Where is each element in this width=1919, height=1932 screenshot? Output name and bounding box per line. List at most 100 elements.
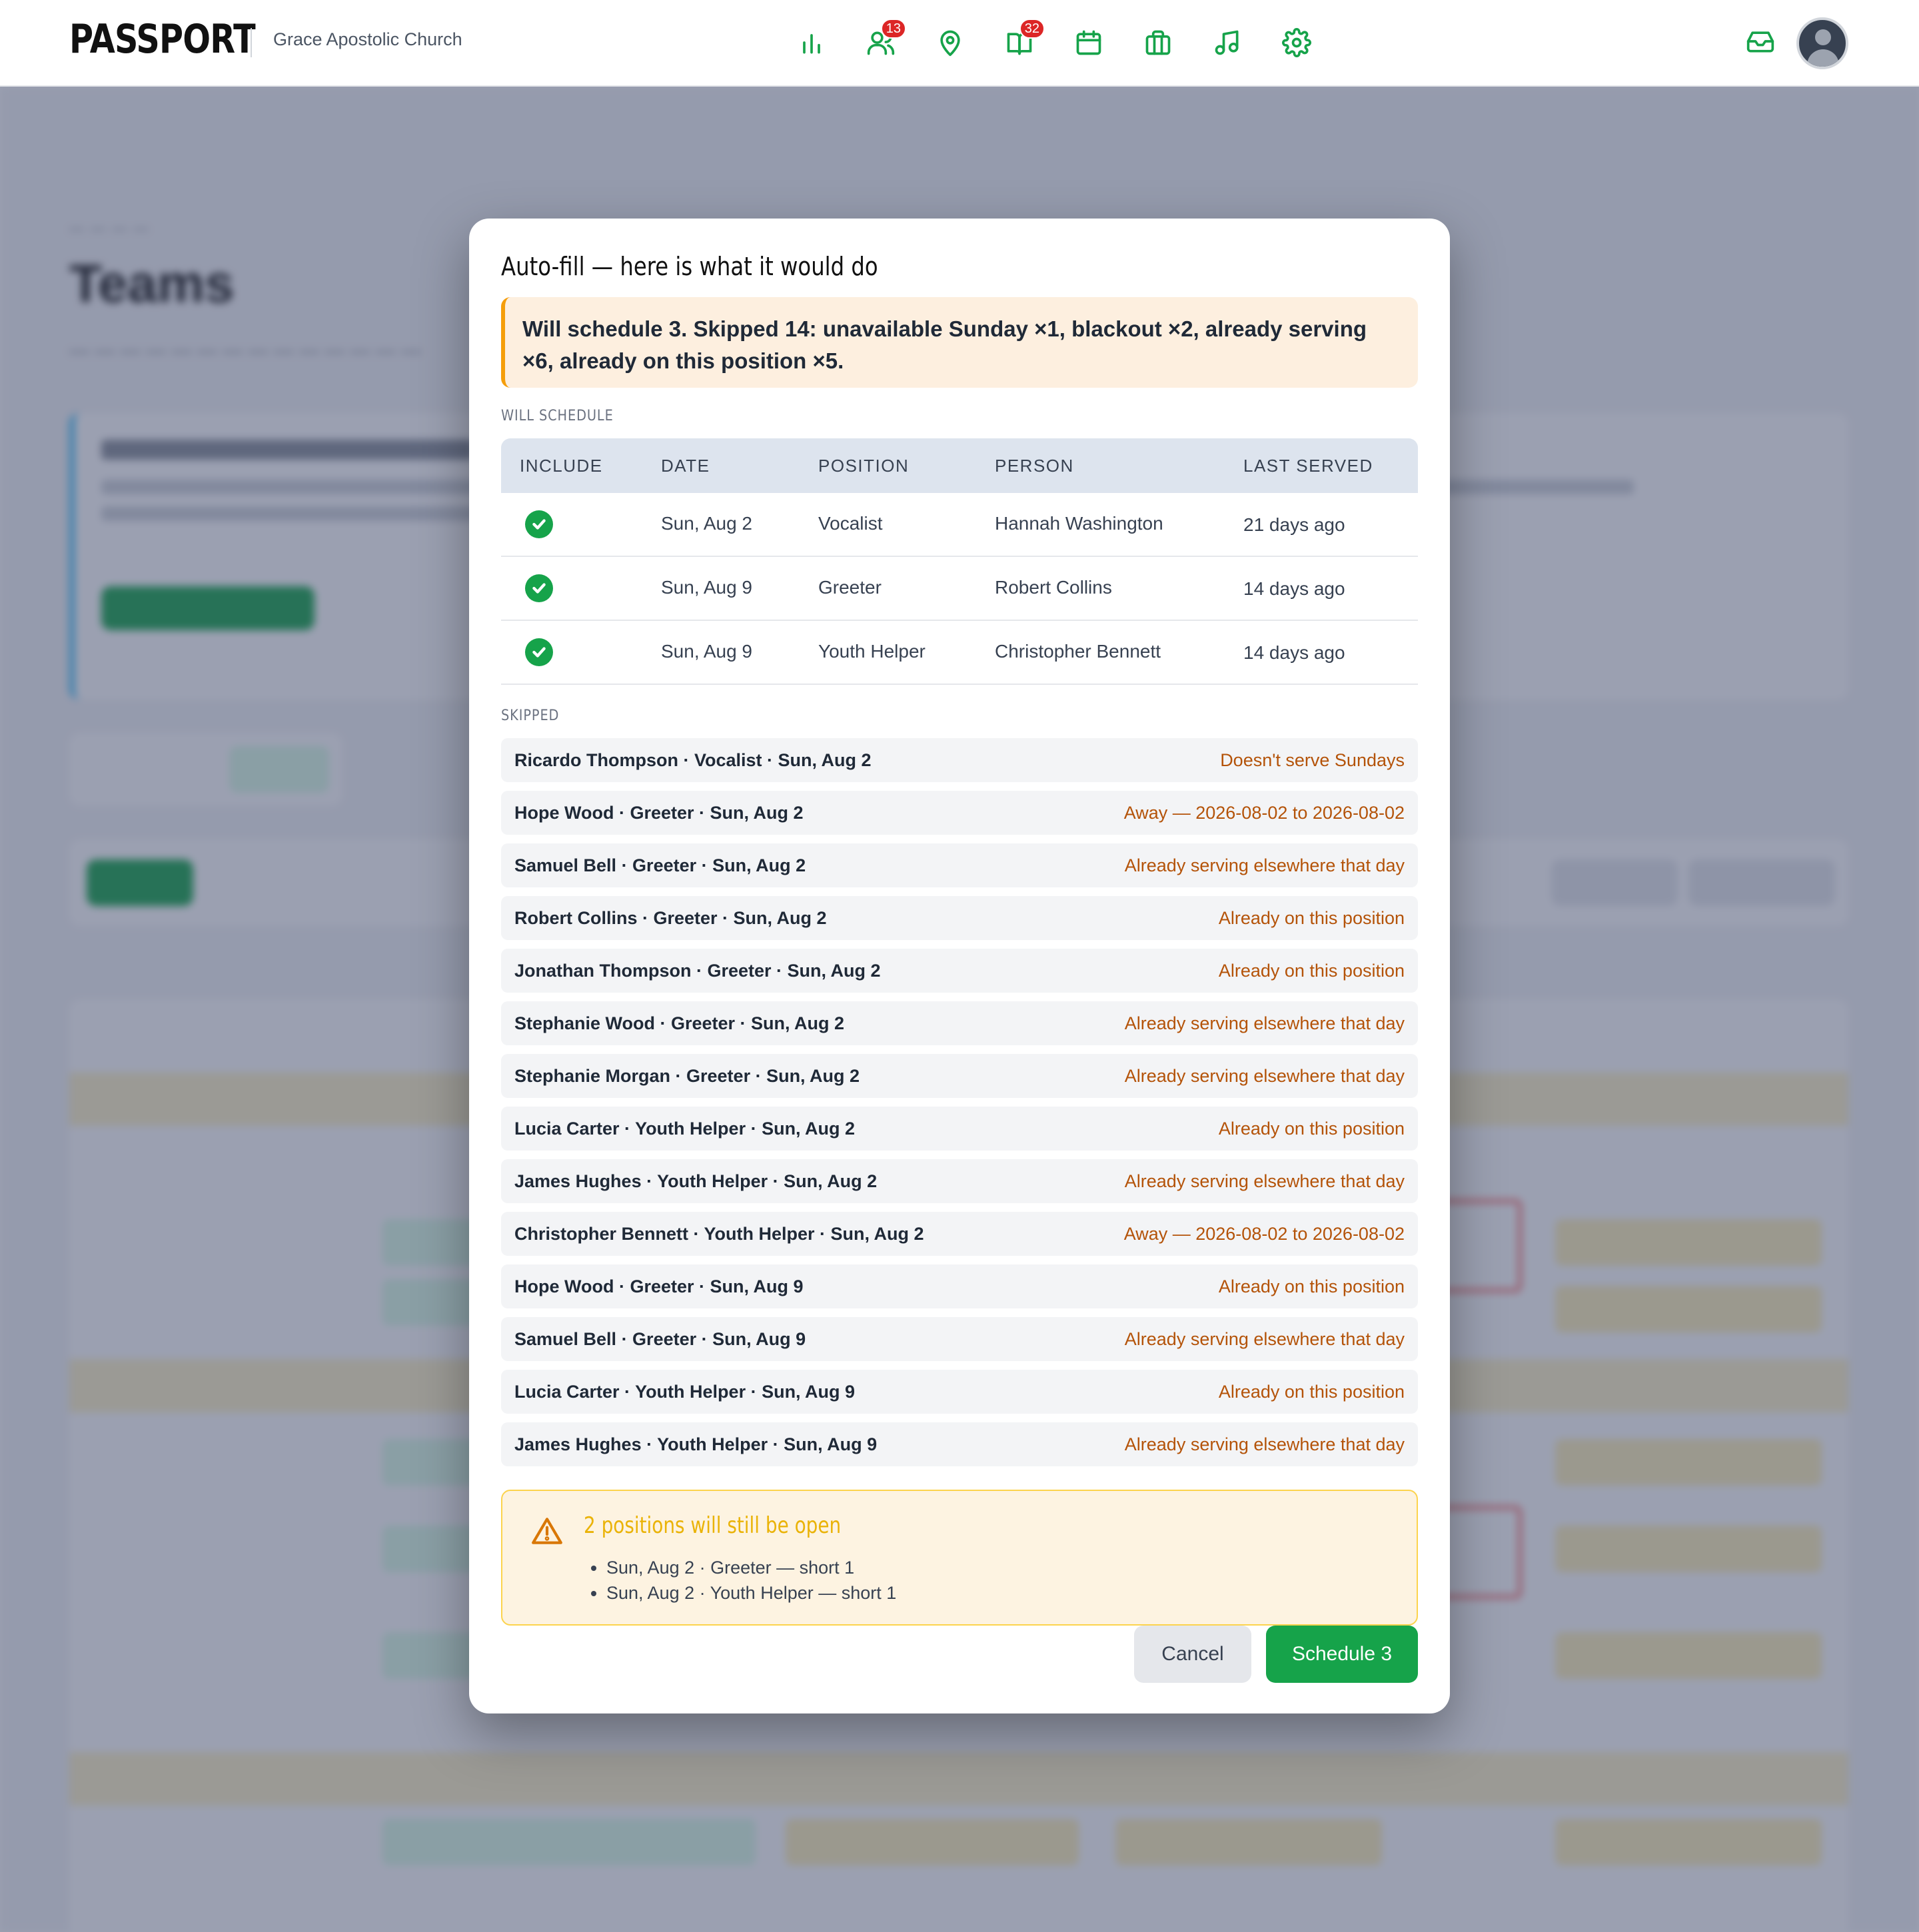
nav-people[interactable]: 13 — [862, 19, 906, 67]
skipped-who: Lucia Carter · Youth Helper · Sun, Aug 2 — [514, 1119, 856, 1139]
row-person: Hannah Washington — [995, 513, 1163, 534]
col-last-served: LAST SERVED — [1243, 456, 1373, 476]
groups-count-badge: 32 — [1019, 19, 1045, 39]
skipped-item: Hope Wood · Greeter · Sun, Aug 9 Already … — [501, 1264, 1418, 1308]
skipped-list: Ricardo Thompson · Vocalist · Sun, Aug 2… — [501, 738, 1418, 1475]
row-date: Sun, Aug 9 — [661, 641, 753, 662]
col-position: POSITION — [818, 456, 910, 476]
row-position: Youth Helper — [818, 641, 926, 662]
skipped-who: Lucia Carter · Youth Helper · Sun, Aug 9 — [514, 1382, 856, 1402]
skipped-who: Hope Wood · Greeter · Sun, Aug 2 — [514, 803, 804, 823]
check-icon — [532, 583, 546, 594]
briefcase-icon — [1145, 30, 1171, 55]
skipped-who: Stephanie Wood · Greeter · Sun, Aug 2 — [514, 1013, 845, 1033]
row-last-served: 14 days ago — [1243, 642, 1345, 663]
inbox-button[interactable] — [1746, 27, 1778, 59]
open-position-item: Sun, Aug 2 · Youth Helper — short 1 — [606, 1580, 896, 1606]
skipped-who: Christopher Bennett · Youth Helper · Sun… — [514, 1224, 924, 1244]
user-avatar[interactable] — [1796, 17, 1848, 69]
check-icon — [532, 519, 546, 530]
skipped-heading: SKIPPED — [501, 708, 560, 724]
inbox-icon — [1746, 31, 1774, 53]
col-include: INCLUDE — [520, 456, 603, 476]
skipped-reason: Already on this position — [1218, 961, 1405, 981]
include-checkbox[interactable] — [525, 574, 553, 602]
col-date: DATE — [661, 456, 710, 476]
skipped-item: Jonathan Thompson · Greeter · Sun, Aug 2… — [501, 949, 1418, 993]
row-last-served: 21 days ago — [1243, 514, 1345, 535]
warning-title: 2 positions will still be open — [584, 1512, 842, 1539]
will-schedule-heading: WILL SCHEDULE — [501, 408, 614, 424]
nav-giving[interactable] — [1139, 19, 1177, 67]
cancel-button[interactable]: Cancel — [1134, 1626, 1251, 1683]
nav-calendar[interactable] — [1070, 19, 1107, 67]
autofill-dialog: Auto-fill — here is what it would do Wil… — [469, 219, 1450, 1713]
skipped-reason: Already on this position — [1218, 1382, 1405, 1402]
col-person: PERSON — [995, 456, 1074, 476]
church-name: Grace Apostolic Church — [273, 29, 462, 49]
skipped-who: Samuel Bell · Greeter · Sun, Aug 2 — [514, 855, 806, 875]
skipped-who: James Hughes · Youth Helper · Sun, Aug 9 — [514, 1434, 878, 1454]
skipped-reason: Away — 2026-08-02 to 2026-08-02 — [1123, 1224, 1405, 1244]
calendar-icon — [1076, 30, 1101, 55]
skipped-item: Lucia Carter · Youth Helper · Sun, Aug 2… — [501, 1107, 1418, 1151]
gear-icon — [1282, 28, 1311, 57]
map-pin-icon — [940, 30, 960, 57]
nav-reports[interactable] — [793, 19, 830, 67]
skipped-item: Robert Collins · Greeter · Sun, Aug 2 Alr… — [501, 896, 1418, 940]
open-positions-list: Sun, Aug 2 · Greeter — short 1 Sun, Aug … — [606, 1555, 896, 1606]
include-checkbox[interactable] — [525, 510, 553, 538]
nav-worship[interactable] — [1209, 19, 1246, 67]
skipped-item: Ricardo Thompson · Vocalist · Sun, Aug 2… — [501, 738, 1418, 782]
nav-groups[interactable]: 32 — [1001, 19, 1045, 67]
will-schedule-table: INCLUDE DATE POSITION PERSON LAST SERVED… — [501, 438, 1418, 685]
schedule-button[interactable]: Schedule 3 — [1266, 1626, 1418, 1683]
skipped-item: Lucia Carter · Youth Helper · Sun, Aug 9… — [501, 1370, 1418, 1414]
skipped-reason: Already serving elsewhere that day — [1124, 855, 1405, 875]
table-row: Sun, Aug 9 Youth Helper Christopher Benn… — [501, 621, 1418, 685]
music-icon — [1215, 30, 1239, 55]
nav-settings[interactable] — [1278, 19, 1315, 67]
open-positions-warning: 2 positions will still be open Sun, Aug … — [501, 1490, 1418, 1626]
skipped-item: James Hughes · Youth Helper · Sun, Aug 2… — [501, 1159, 1418, 1203]
skipped-reason: Already serving elsewhere that day — [1124, 1066, 1405, 1086]
skipped-who: Hope Wood · Greeter · Sun, Aug 9 — [514, 1276, 804, 1296]
skipped-who: Ricardo Thompson · Vocalist · Sun, Aug 2 — [514, 750, 872, 770]
row-date: Sun, Aug 2 — [661, 513, 753, 534]
skipped-who: Robert Collins · Greeter · Sun, Aug 2 — [514, 908, 827, 928]
skipped-reason: Already serving elsewhere that day — [1124, 1171, 1405, 1191]
table-row: Sun, Aug 2 Vocalist Hannah Washington 21… — [501, 493, 1418, 557]
logo-divider — [251, 28, 252, 57]
check-icon — [532, 647, 546, 658]
skipped-item: Hope Wood · Greeter · Sun, Aug 2 Away — 2… — [501, 791, 1418, 835]
skipped-reason: Already serving elsewhere that day — [1124, 1013, 1405, 1033]
nav-locations[interactable] — [932, 19, 969, 67]
row-last-served: 14 days ago — [1243, 578, 1345, 599]
skipped-who: James Hughes · Youth Helper · Sun, Aug 2 — [514, 1171, 878, 1191]
skipped-reason: Already on this position — [1218, 1119, 1405, 1139]
skipped-item: Samuel Bell · Greeter · Sun, Aug 2 Alread… — [501, 843, 1418, 887]
main-nav: 13 32 — [793, 19, 1315, 67]
row-person: Christopher Bennett — [995, 641, 1161, 662]
table-header: INCLUDE DATE POSITION PERSON LAST SERVED — [501, 438, 1418, 493]
row-position: Greeter — [818, 577, 882, 598]
skipped-who: Jonathan Thompson · Greeter · Sun, Aug 2 — [514, 961, 881, 981]
skipped-reason: Away — 2026-08-02 to 2026-08-02 — [1123, 803, 1405, 823]
skipped-item: Christopher Bennett · Youth Helper · Sun… — [501, 1212, 1418, 1256]
row-person: Robert Collins — [995, 577, 1112, 598]
warning-triangle-icon — [530, 1515, 564, 1548]
people-count-badge: 13 — [880, 19, 906, 39]
bar-chart-icon — [803, 34, 820, 54]
skipped-reason: Doesn't serve Sundays — [1220, 750, 1405, 770]
dialog-title: Auto-fill — here is what it would do — [501, 252, 878, 281]
open-position-item: Sun, Aug 2 · Greeter — short 1 — [606, 1555, 896, 1580]
skipped-reason: Already serving elsewhere that day — [1124, 1329, 1405, 1349]
include-checkbox[interactable] — [525, 638, 553, 666]
skipped-reason: Already serving elsewhere that day — [1124, 1434, 1405, 1454]
user-avatar-icon — [1815, 29, 1831, 45]
passport-logo[interactable]: PASSPORT — [69, 16, 296, 63]
skipped-who: Stephanie Morgan · Greeter · Sun, Aug 2 — [514, 1066, 860, 1086]
row-position: Vocalist — [818, 513, 883, 534]
skipped-reason: Already on this position — [1218, 908, 1405, 928]
row-date: Sun, Aug 9 — [661, 577, 753, 598]
